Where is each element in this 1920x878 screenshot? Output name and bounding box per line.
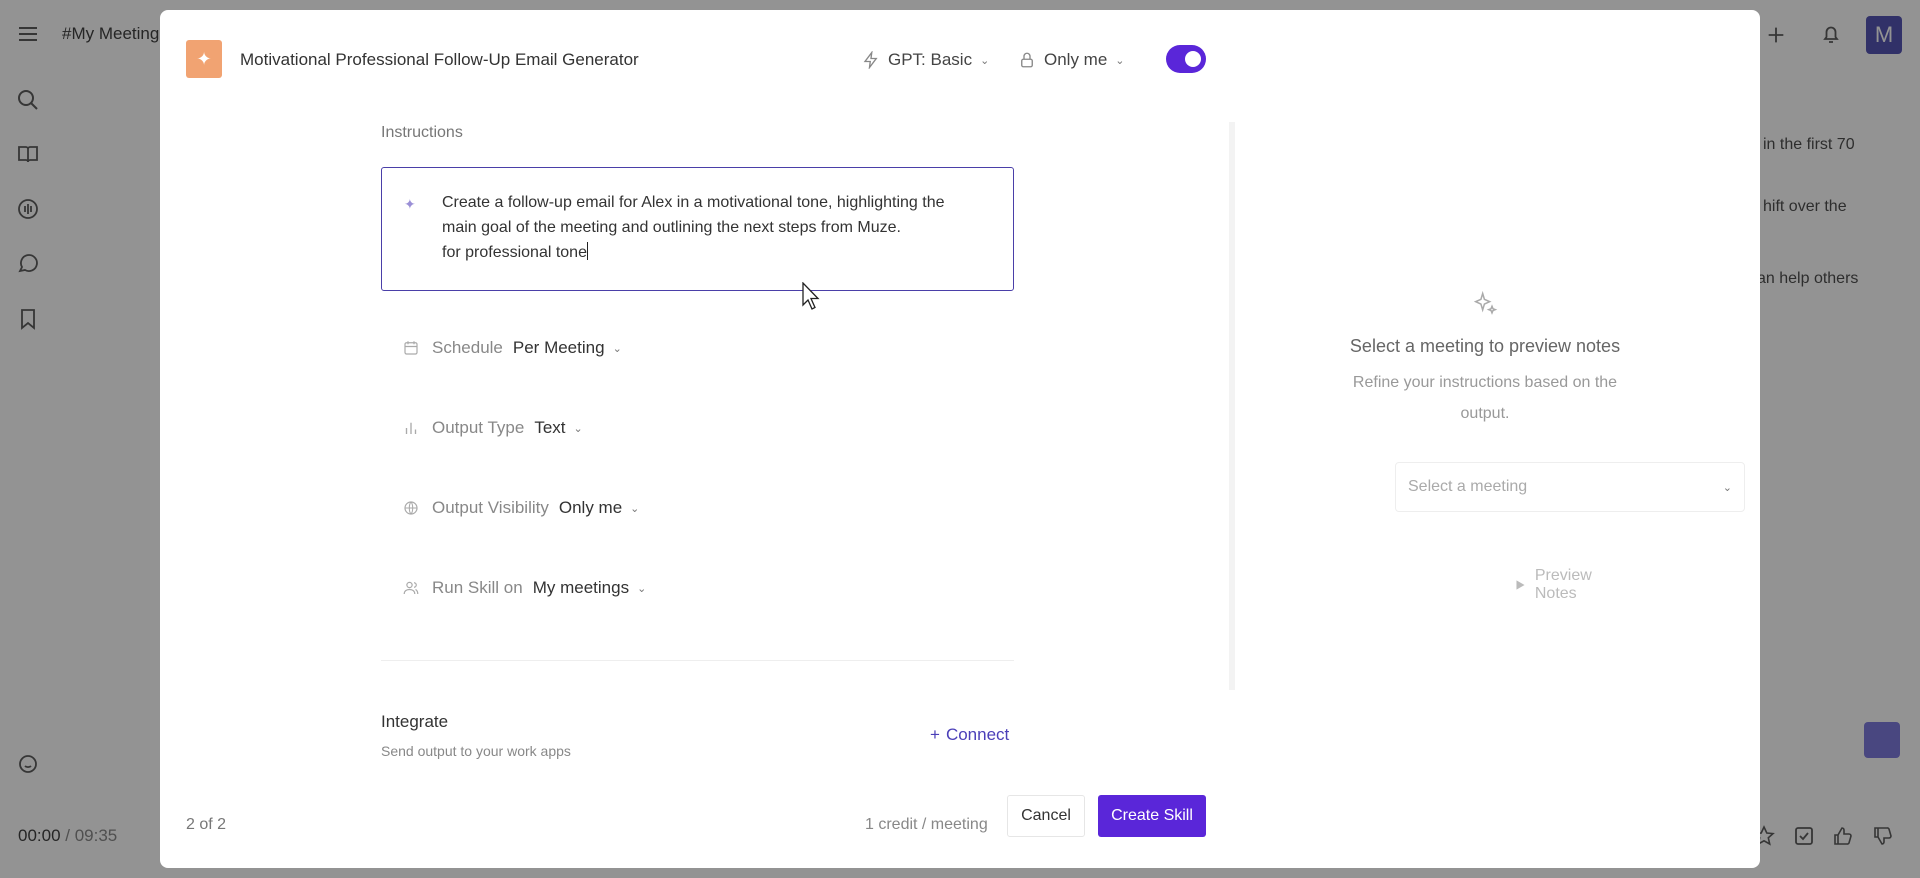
- integrate-title: Integrate: [381, 712, 449, 731]
- cancel-button[interactable]: Cancel: [1007, 795, 1085, 837]
- text-caret: [586, 242, 588, 260]
- meeting-select-placeholder: Select a meeting: [1408, 478, 1528, 495]
- model-label: GPT: Basic: [888, 50, 973, 69]
- instructions-label: Instructions: [381, 124, 463, 141]
- chevron-down-icon: ⌄: [612, 342, 622, 355]
- setting-label: Output Visibility: [432, 498, 549, 517]
- instruction-line: for professional tone: [442, 244, 587, 261]
- instructions-textarea[interactable]: ✦ Create a follow-up email for Alex in a…: [381, 167, 1014, 291]
- chevron-down-icon: ⌄: [980, 54, 990, 67]
- setting-value: Only me: [558, 498, 623, 517]
- sparkle-icon: ✦: [186, 40, 222, 78]
- chevron-down-icon: ⌄: [630, 502, 640, 515]
- bar-chart-icon: [405, 422, 417, 434]
- setting-label: Run Skill on: [432, 578, 523, 597]
- chevron-down-icon: ⌄: [1722, 481, 1732, 494]
- play-icon: [1516, 580, 1525, 590]
- chevron-down-icon: ⌄: [1115, 54, 1125, 67]
- credit-cost: 1 credit / meeting: [865, 816, 988, 833]
- setting-schedule[interactable]: Schedule Per Meeting ⌄: [402, 338, 622, 358]
- create-skill-button[interactable]: Create Skill: [1098, 795, 1206, 837]
- instruction-line: main goal of the meeting and outlining t…: [442, 219, 901, 236]
- integrate-subtitle: Send output to your work apps: [381, 743, 571, 759]
- privacy-selector[interactable]: Only me ⌄: [1018, 50, 1125, 70]
- users-icon: [403, 581, 419, 595]
- lightning-icon: [863, 51, 878, 69]
- chevron-down-icon: ⌄: [637, 582, 647, 595]
- sparkles-icon: [1473, 290, 1498, 315]
- preview-notes-button[interactable]: Preview Notes: [1513, 566, 1637, 604]
- create-skill-modal: ✦ Motivational Professional Follow-Up Em…: [160, 10, 1760, 868]
- preview-panel: Select a meeting to preview notes Refine…: [1235, 122, 1745, 690]
- setting-value: My meetings: [532, 578, 630, 597]
- sparkle-icon: ✦: [404, 196, 416, 212]
- plus-icon: +: [930, 725, 940, 744]
- setting-value: Text: [534, 418, 566, 437]
- toggle-knob: [1185, 51, 1201, 67]
- lock-icon: [1021, 52, 1033, 68]
- meeting-select[interactable]: Select a meeting ⌄: [1395, 462, 1745, 512]
- model-selector[interactable]: GPT: Basic ⌄: [862, 50, 989, 70]
- chevron-down-icon: ⌄: [573, 422, 583, 435]
- setting-output-type[interactable]: Output Type Text ⌄: [402, 418, 583, 438]
- setting-output-visibility[interactable]: Output Visibility Only me ⌄: [402, 498, 639, 518]
- preview-title: Select a meeting to preview notes: [1349, 336, 1621, 356]
- skill-enabled-toggle[interactable]: [1166, 45, 1206, 73]
- skill-title[interactable]: Motivational Professional Follow-Up Emai…: [240, 50, 639, 70]
- setting-value: Per Meeting: [512, 338, 605, 357]
- setting-label: Schedule: [432, 338, 503, 357]
- section-divider: [381, 660, 1014, 661]
- instruction-line: Create a follow-up email for Alex in a m…: [442, 194, 945, 211]
- mouse-cursor-icon: [802, 282, 820, 310]
- step-indicator: 2 of 2: [186, 816, 227, 833]
- calendar-icon: [404, 341, 418, 355]
- preview-subtitle: Refine your instructions based on the ou…: [1352, 374, 1618, 422]
- setting-run-skill-on[interactable]: Run Skill on My meetings ⌄: [402, 578, 646, 598]
- connect-label: Connect: [945, 725, 1010, 744]
- instruction-line-last: for professional tone: [442, 240, 993, 265]
- connect-button[interactable]: + Connect: [930, 725, 1009, 745]
- globe-icon: [404, 501, 418, 515]
- setting-label: Output Type: [432, 418, 525, 437]
- privacy-label: Only me: [1044, 50, 1108, 69]
- preview-notes-label: Preview Notes: [1534, 567, 1592, 602]
